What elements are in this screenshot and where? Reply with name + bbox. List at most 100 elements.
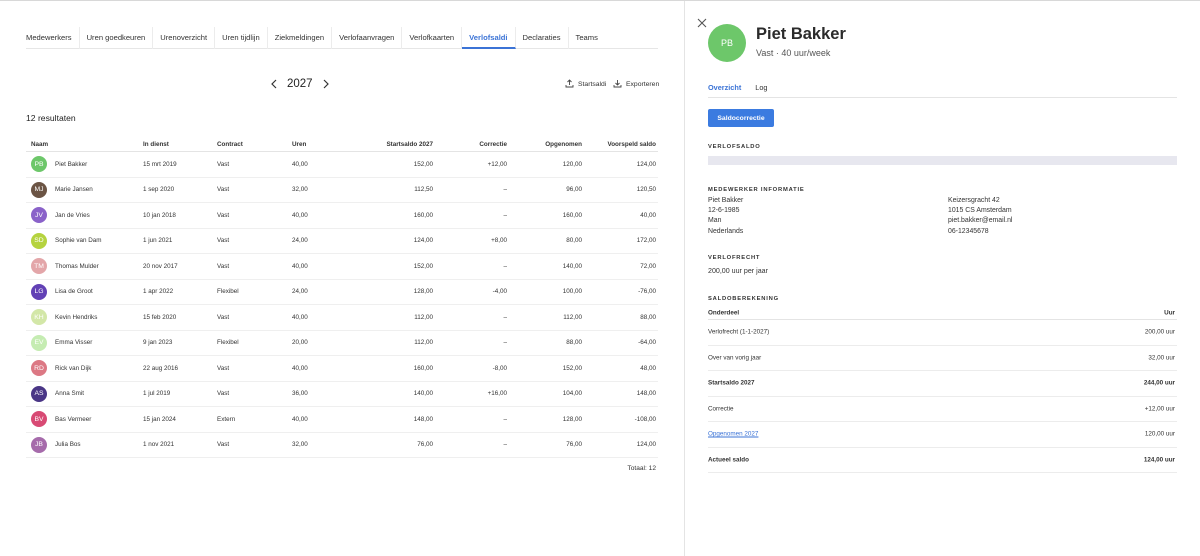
cell-naam: EV Emma Visser: [31, 334, 93, 351]
cell-correctie: –: [503, 313, 507, 321]
cell-voorspeld-saldo: 88,00: [640, 313, 656, 321]
tab-uren-tijdlijn[interactable]: Uren tijdlijn: [215, 27, 268, 49]
info-city: 1015 CS Amsterdam: [948, 207, 1012, 215]
cell-uren: 40,00: [292, 211, 308, 219]
saldo-header: Onderdeel Uur: [708, 307, 1177, 320]
section-verlofsaldo: VERLOFSALDO: [708, 144, 761, 150]
main-pane: Medewerkers Uren goedkeuren Urenoverzich…: [0, 1, 684, 556]
cell-correctie: +8,00: [491, 237, 507, 245]
cell-in-dienst: 1 jun 2021: [143, 237, 173, 245]
cell-opgenomen: 100,00: [562, 288, 582, 296]
cell-contract: Vast: [217, 186, 230, 194]
detail-panel: PB Piet Bakker Vast · 40 uur/week Overzi…: [685, 1, 1200, 556]
saldo-label: Actueel saldo: [708, 456, 749, 464]
cell-uren: 24,00: [292, 288, 308, 296]
cell-in-dienst: 15 feb 2020: [143, 313, 177, 321]
col-uren[interactable]: Uren: [292, 141, 306, 148]
table-row[interactable]: JB Julia Bos 1 nov 2021 Vast 32,00 76,00 – 76,0…: [26, 433, 658, 458]
table-row[interactable]: PB Piet Bakker 15 mrt 2019 Vast 40,00 152,00 +…: [26, 152, 658, 178]
col-opgenomen[interactable]: Opgenomen: [545, 141, 582, 148]
employee-name: Kevin Hendriks: [55, 313, 98, 321]
employee-name: Julia Bos: [55, 441, 81, 449]
tab-uren-goedkeuren[interactable]: Uren goedkeuren: [80, 27, 154, 49]
tab-overzicht[interactable]: Overzicht: [708, 81, 741, 98]
avatar: RD: [31, 360, 47, 377]
table-row[interactable]: BV Bas Vermeer 15 jan 2024 Extern 40,00 148,0…: [26, 407, 658, 433]
cell-correctie: –: [503, 415, 507, 423]
tab-medewerkers[interactable]: Medewerkers: [26, 27, 80, 49]
tab-declaraties[interactable]: Declaraties: [516, 27, 569, 49]
employee-name: Thomas Mulder: [55, 262, 99, 270]
tab-urenoverzicht[interactable]: Urenoverzicht: [153, 27, 216, 49]
table-row[interactable]: EV Emma Visser 9 jan 2023 Flexibel 20,00 112,…: [26, 331, 658, 356]
cell-contract: Vast: [217, 160, 230, 168]
info-street: Keizersgracht 42: [948, 197, 1000, 204]
saldo-value: 32,00 uur: [1148, 354, 1175, 362]
cell-opgenomen: 76,00: [566, 441, 582, 449]
cell-uren: 24,00: [292, 237, 308, 245]
tab-ziekmeldingen[interactable]: Ziekmeldingen: [268, 27, 333, 49]
col-voorspeld-saldo[interactable]: Voorspeld saldo: [607, 141, 656, 148]
saldo-value: 200,00 uur: [1144, 328, 1175, 336]
tab-verlofkaarten[interactable]: Verlofkaarten: [402, 27, 463, 49]
avatar: SD: [31, 232, 47, 249]
cell-opgenomen: 88,00: [566, 339, 582, 347]
tab-verlofsaldi[interactable]: Verlofsaldi: [462, 27, 516, 49]
employee-name: Piet Bakker: [55, 160, 88, 168]
cell-in-dienst: 15 mrt 2019: [143, 160, 177, 168]
saldocorrectie-button[interactable]: Saldocorrectie: [708, 109, 774, 127]
employee-name: Emma Visser: [55, 339, 93, 347]
avatar: JB: [31, 436, 47, 453]
cell-contract: Vast: [217, 262, 230, 270]
employee-name: Sophie van Dam: [55, 237, 102, 245]
avatar: JV: [31, 207, 47, 224]
exporteren-button[interactable]: Exporteren: [613, 79, 659, 90]
col-in-dienst[interactable]: In dienst: [143, 141, 169, 148]
download-icon: [613, 79, 622, 90]
cell-in-dienst: 22 aug 2016: [143, 364, 179, 372]
verlofrecht-value: 200,00 uur per jaar: [708, 267, 768, 275]
table-row[interactable]: JV Jan de Vries 10 jan 2018 Vast 40,00 160,00…: [26, 203, 658, 229]
chevron-left-icon[interactable]: [269, 77, 279, 91]
saldo-value: 120,00 uur: [1144, 430, 1175, 438]
info-left: Piet Bakker 12-6-1985 Man Nederlands: [708, 196, 743, 237]
employee-name: Piet Bakker: [756, 25, 846, 43]
col-onderdeel: Onderdeel: [708, 309, 740, 317]
table-row[interactable]: RD Rick van Dijk 22 aug 2016 Vast 40,00 160,0…: [26, 356, 658, 382]
avatar: LG: [31, 283, 47, 300]
cell-opgenomen: 128,00: [562, 415, 582, 423]
exporteren-label: Exporteren: [626, 81, 660, 88]
table-row[interactable]: LG Lisa de Groot 1 apr 2022 Flexibel 24,00 12…: [26, 280, 658, 305]
table-row[interactable]: TM Thomas Mulder 20 nov 2017 Vast 40,00 152,0…: [26, 254, 658, 280]
close-icon[interactable]: [697, 15, 707, 28]
employee-name: Jan de Vries: [55, 211, 90, 219]
opgenomen-link[interactable]: Opgenomen 2027: [708, 431, 758, 438]
chevron-right-icon[interactable]: [321, 77, 331, 91]
cell-correctie: –: [503, 186, 507, 194]
cell-in-dienst: 15 jan 2024: [143, 415, 176, 423]
employee-name: Lisa de Groot: [55, 288, 93, 296]
cell-naam: RD Rick van Dijk: [31, 360, 91, 377]
col-startsaldo[interactable]: Startsaldo 2027: [386, 141, 433, 148]
col-correctie[interactable]: Correctie: [479, 141, 507, 148]
cell-in-dienst: 1 apr 2022: [143, 288, 174, 296]
table-row[interactable]: MJ Marie Jansen 1 sep 2020 Vast 32,00 112,50 –…: [26, 178, 658, 203]
table-row[interactable]: AS Anna Smit 1 jul 2019 Vast 36,00 140,00 +16,…: [26, 382, 658, 407]
table-row[interactable]: SD Sophie van Dam 1 jun 2021 Vast 24,00 124,0…: [26, 229, 658, 254]
tab-teams[interactable]: Teams: [569, 27, 605, 49]
table-row[interactable]: KH Kevin Hendriks 15 feb 2020 Vast 40,00 112,…: [26, 305, 658, 331]
table-body: PB Piet Bakker 15 mrt 2019 Vast 40,00 152,00 +…: [26, 152, 658, 458]
cell-correctie: –: [503, 262, 507, 270]
tab-verlofaanvragen[interactable]: Verlofaanvragen: [332, 27, 403, 49]
cell-contract: Extern: [217, 415, 236, 423]
cell-naam: JB Julia Bos: [31, 436, 81, 453]
tab-log[interactable]: Log: [755, 81, 767, 98]
col-contract[interactable]: Contract: [217, 141, 243, 148]
info-nationality: Nederlands: [708, 227, 744, 235]
saldo-value: 124,00 uur: [1143, 456, 1175, 464]
cell-voorspeld-saldo: 40,00: [640, 211, 656, 219]
cell-naam: AS Anna Smit: [31, 385, 84, 402]
col-naam[interactable]: Naam: [31, 141, 48, 148]
startsaldi-button[interactable]: Startsaldi: [565, 79, 606, 90]
section-verlofrecht: VERLOFRECHT: [708, 255, 761, 261]
